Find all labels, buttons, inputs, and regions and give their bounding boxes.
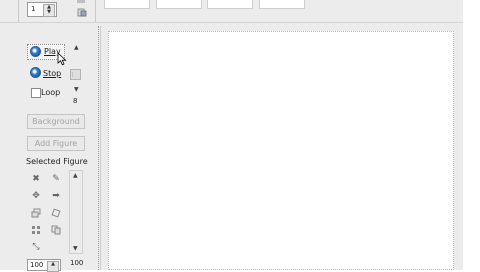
scroll-down-icon[interactable]: ▼ (73, 245, 78, 252)
layers-icon[interactable] (31, 208, 41, 218)
delete-icon[interactable]: ✖ (31, 174, 41, 184)
top-tab-1[interactable] (104, 0, 150, 9)
speed-down-icon[interactable]: ▼ (74, 86, 79, 93)
speed-slider-icon[interactable] (70, 69, 81, 80)
screen-edge (463, 0, 480, 270)
top-tab-2[interactable] (156, 0, 202, 9)
toolbar-icon-top[interactable] (77, 0, 85, 3)
rotate-icon[interactable] (51, 208, 61, 218)
toolbar-separator-2 (95, 0, 96, 22)
zoom-value: 100 (70, 259, 84, 267)
loop-label[interactable]: Loop (41, 88, 60, 97)
top-tab-4[interactable] (259, 0, 305, 9)
selected-figure-heading: Selected Figure (26, 157, 88, 166)
pencil-icon[interactable]: ✎ (51, 174, 61, 184)
mouse-cursor-icon (57, 52, 69, 66)
wand-icon[interactable]: ⤡ (31, 242, 41, 252)
panel-splitter[interactable] (98, 26, 100, 270)
loop-checkbox[interactable] (31, 88, 41, 98)
background-button[interactable]: Background (27, 114, 85, 129)
frame-spin-buttons[interactable]: ▲ ▼ (43, 4, 55, 17)
scroll-up-icon[interactable]: ▲ (73, 172, 78, 179)
frame-value: 1 (31, 5, 36, 13)
add-figure-button[interactable]: Add Figure (27, 136, 85, 151)
toolbar-separator (18, 0, 19, 22)
frame-spinner[interactable]: 1 ▲ ▼ (27, 2, 57, 17)
drawing-canvas[interactable] (108, 31, 454, 270)
top-tab-3[interactable] (207, 0, 253, 9)
stop-radio[interactable] (30, 67, 41, 78)
toolbar-clipboard-icon[interactable] (77, 7, 87, 17)
size-spinner[interactable]: 100 ▲ (27, 259, 61, 272)
arrow-right-icon[interactable]: ➡ (51, 191, 61, 201)
move-icon[interactable]: ✥ (31, 191, 41, 201)
size-spin-buttons[interactable]: ▲ (47, 261, 59, 272)
size-value: 100 (30, 261, 44, 269)
speed-up-icon[interactable]: ▲ (74, 44, 79, 51)
spin-down-icon[interactable]: ▼ (44, 10, 54, 15)
figure-tools-scrollbar[interactable]: ▲ ▼ (69, 170, 83, 254)
size-spin-up-icon[interactable]: ▲ (48, 262, 58, 267)
stop-label[interactable]: Stop (43, 69, 61, 78)
play-radio[interactable] (30, 46, 41, 57)
grid-icon[interactable] (31, 225, 41, 235)
speed-value: 8 (73, 97, 78, 105)
copy-icon[interactable] (51, 225, 61, 235)
